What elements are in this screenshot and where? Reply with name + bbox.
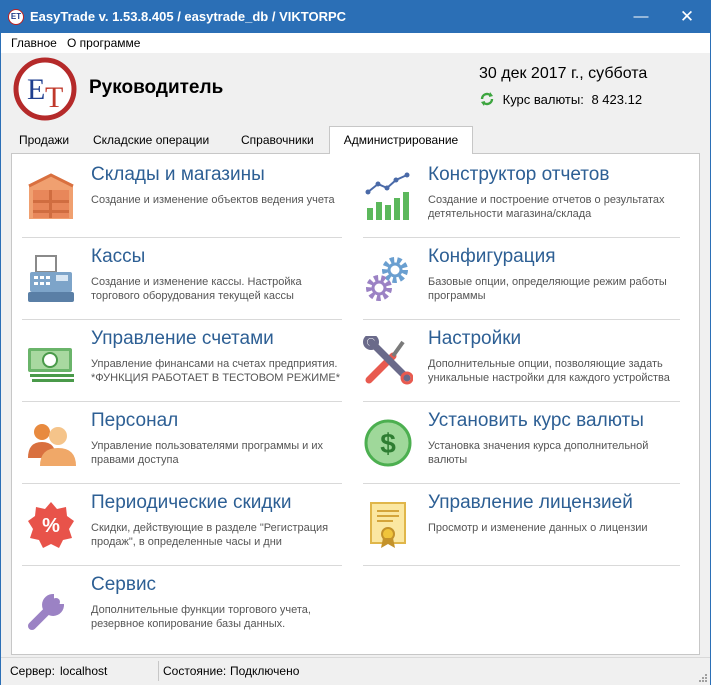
tab-bar: Продажи Складские операции Справочники А…	[1, 125, 710, 154]
currency-rate: Курс валюты: 8 423.12	[479, 91, 642, 107]
menu-about[interactable]: О программе	[67, 36, 140, 50]
divider	[363, 565, 680, 566]
card-service[interactable]: Сервис Дополнительные функции торгового …	[12, 566, 342, 648]
card-title: Конструктор отчетов	[428, 164, 610, 185]
window-title: EasyTrade v. 1.53.8.405 / easytrade_db /…	[30, 9, 347, 24]
tab-sales[interactable]: Продажи	[19, 133, 69, 147]
card-report-builder[interactable]: Конструктор отчетов Создание и построени…	[349, 156, 679, 238]
card-title: Персонал	[91, 410, 179, 431]
card-title: Управление счетами	[91, 328, 274, 349]
rate-value: 8 423.12	[591, 92, 643, 107]
server-value: localhost	[60, 664, 108, 678]
close-button[interactable]: ✕	[664, 1, 710, 33]
card-accounts[interactable]: Управление счетами Управление финансами …	[12, 320, 342, 402]
card-warehouses[interactable]: Склады и магазины Создание и изменение о…	[12, 156, 342, 238]
svg-text:$: $	[380, 428, 396, 459]
card-description: Управление финансами на счетах предприят…	[91, 358, 340, 384]
menu-main[interactable]: Главное	[11, 36, 57, 50]
state-label: Состояние:	[163, 664, 227, 678]
card-title: Управление лицензией	[428, 492, 633, 513]
card-title: Кассы	[91, 246, 146, 267]
svg-text:E: E	[27, 73, 45, 106]
title-bar[interactable]: ET EasyTrade v. 1.53.8.405 / easytrade_d…	[1, 1, 710, 33]
card-title: Сервис	[91, 574, 157, 595]
tools-icon	[363, 336, 413, 385]
card-title: Периодические скидки	[91, 492, 292, 513]
banknotes-icon	[28, 348, 74, 382]
server-label: Сервер:	[10, 664, 55, 678]
warehouse-icon	[28, 173, 74, 219]
app-window: ET EasyTrade v. 1.53.8.405 / easytrade_d…	[0, 0, 711, 685]
card-set-currency-rate[interactable]: $ Установить курс валюты Установка значе…	[349, 402, 679, 484]
wrench-icon	[28, 592, 66, 630]
current-date: 30 дек 2017 г., суббота	[479, 65, 648, 82]
app-logo-icon[interactable]: ET	[8, 9, 24, 25]
certificate-icon	[370, 502, 406, 548]
report-chart-icon	[365, 172, 410, 220]
rate-label: Курс валюты:	[502, 92, 584, 107]
minimize-button[interactable]: —	[618, 1, 664, 33]
card-title: Настройки	[428, 328, 522, 349]
easytrade-logo-icon: E T	[13, 57, 77, 121]
admin-panel: Склады и магазины Создание и изменение о…	[11, 153, 700, 655]
card-description: Управление пользователями программы и их…	[91, 440, 323, 466]
status-divider	[158, 661, 159, 681]
tab-administration[interactable]: Администрирование	[329, 126, 473, 154]
card-description: Создание и изменение объектов ведения уч…	[91, 194, 335, 206]
resize-grip-icon[interactable]	[697, 672, 707, 682]
card-description: Дополнительные функции торгового учета, …	[91, 604, 311, 630]
menu-bar: Главное О программе	[1, 33, 710, 53]
card-description: Дополнительные опции, позволяющие задать…	[428, 358, 670, 384]
gears-icon	[366, 257, 408, 301]
card-title: Конфигурация	[428, 246, 556, 267]
card-description: Базовые опции, определяющие режим работы…	[428, 276, 667, 302]
card-description: Создание и построение отчетов о результа…	[428, 194, 665, 220]
tab-warehouse-operations[interactable]: Складские операции	[93, 133, 209, 147]
refresh-icon[interactable]	[479, 91, 495, 107]
dollar-coin-icon: $	[364, 419, 412, 467]
card-personnel[interactable]: Персонал Управление пользователями прогр…	[12, 402, 342, 484]
svg-text:%: %	[42, 515, 60, 537]
card-title: Склады и магазины	[91, 164, 265, 185]
card-cash-registers[interactable]: Кассы Создание и изменение кассы. Настро…	[12, 238, 342, 320]
header: E T Руководитель 30 дек 2017 г., суббота…	[1, 53, 710, 125]
svg-text:T: T	[45, 81, 63, 114]
card-configuration[interactable]: Конфигурация Базовые опции, определяющие…	[349, 238, 679, 320]
card-description: Создание и изменение кассы. Настройка то…	[91, 276, 302, 302]
state-value: Подключено	[230, 664, 300, 678]
card-settings[interactable]: Настройки Дополнительные опции, позволяю…	[349, 320, 679, 402]
status-bar: Сервер: localhost Состояние: Подключено	[1, 657, 710, 685]
card-description: Просмотр и изменение данных о лицензии	[428, 522, 648, 534]
user-role-title: Руководитель	[89, 77, 224, 98]
card-periodic-discounts[interactable]: % Периодические скидки Скидки, действующ…	[12, 484, 342, 566]
card-description: Установка значения курса дополнительной …	[428, 440, 649, 466]
card-description: Скидки, действующие в разделе "Регистрац…	[91, 522, 329, 548]
users-icon	[28, 424, 76, 466]
cash-register-icon	[28, 255, 74, 302]
tab-directories[interactable]: Справочники	[241, 133, 314, 147]
discount-badge-icon: %	[28, 502, 74, 548]
card-title: Установить курс валюты	[428, 410, 644, 431]
card-license[interactable]: Управление лицензией Просмотр и изменени…	[349, 484, 679, 566]
